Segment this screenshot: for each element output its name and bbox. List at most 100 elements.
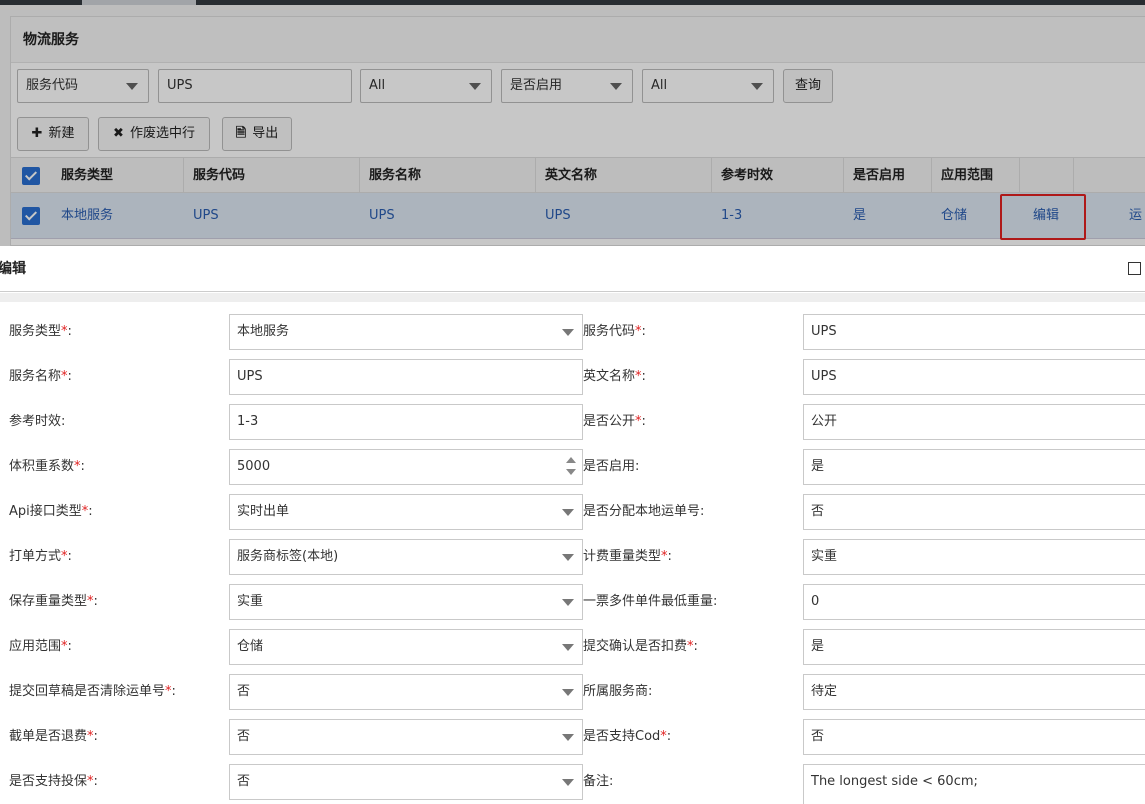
- field-value: 是: [811, 639, 825, 654]
- field-select[interactable]: 否: [229, 674, 583, 710]
- field-value: 实重: [237, 594, 264, 609]
- field-label: 保存重量类型*:: [9, 584, 98, 620]
- spinner-up-icon[interactable]: [566, 457, 576, 463]
- field-select[interactable]: 待定: [803, 674, 1145, 710]
- field-select[interactable]: 是: [803, 449, 1145, 485]
- field-label: 一票多件单件最低重量:: [583, 584, 717, 620]
- field-label: 英文名称*:: [583, 359, 646, 395]
- field-label-text: 一票多件单件最低重量: [583, 594, 714, 609]
- field-label-text: 应用范围: [9, 639, 62, 654]
- label-colon: :: [713, 594, 718, 609]
- label-colon: :: [61, 414, 66, 429]
- field-value: 待定: [811, 684, 838, 699]
- dialog-header-divider: [0, 293, 1145, 302]
- spinner-down-icon[interactable]: [566, 469, 576, 475]
- chevron-down-icon: [562, 329, 574, 336]
- background-page: 物流服务 服务代码 UPS All 是否启用 All 查询 ✚ 新建 ✖ 作废选中行: [0, 0, 1145, 246]
- field-label-text: 是否启用: [583, 459, 636, 474]
- field-label-text: 备注: [583, 774, 610, 789]
- chevron-down-icon: [562, 779, 574, 786]
- field-value: 仓储: [237, 639, 264, 654]
- label-colon: :: [700, 504, 705, 519]
- field-value: UPS: [811, 369, 837, 384]
- label-colon: :: [666, 729, 672, 744]
- field-select[interactable]: 实重: [803, 539, 1145, 575]
- field-value: 是: [811, 459, 825, 474]
- field-label: 服务代码*:: [583, 314, 646, 350]
- field-label-text: 保存重量类型: [9, 594, 88, 609]
- field-label: 是否分配本地运单号:: [583, 494, 704, 530]
- field-label: 备注:: [583, 764, 613, 800]
- field-value: 否: [237, 684, 251, 699]
- field-value: 5000: [237, 459, 271, 474]
- field-label-text: 英文名称: [583, 369, 636, 384]
- field-select[interactable]: 服务商标签(本地): [229, 539, 583, 575]
- label-colon: :: [648, 684, 653, 699]
- field-label: 打单方式*:: [9, 539, 72, 575]
- maximize-icon[interactable]: [1128, 262, 1141, 275]
- field-select[interactable]: 否: [229, 764, 583, 800]
- field-select[interactable]: 是: [803, 629, 1145, 665]
- number-spinner[interactable]: [566, 455, 576, 479]
- field-select[interactable]: 否: [229, 719, 583, 755]
- label-colon: :: [609, 774, 614, 789]
- field-label-text: 服务名称: [9, 369, 62, 384]
- field-label-text: 是否支持投保: [9, 774, 88, 789]
- field-value: 0: [811, 594, 820, 609]
- field-label-text: 打单方式: [9, 549, 62, 564]
- field-value: 实重: [811, 549, 838, 564]
- field-label: 提交确认是否扣费*:: [583, 629, 698, 665]
- field-value: 公开: [811, 414, 838, 429]
- field-input[interactable]: 0: [803, 584, 1145, 620]
- field-select[interactable]: 仓储: [229, 629, 583, 665]
- field-select[interactable]: 实重: [229, 584, 583, 620]
- field-label-text: Api接口类型: [9, 504, 82, 519]
- field-label: 是否启用:: [583, 449, 639, 485]
- field-select[interactable]: 公开: [803, 404, 1145, 440]
- dialog-title: 编辑: [0, 261, 26, 277]
- field-label-text: 服务类型: [9, 324, 62, 339]
- field-textarea[interactable]: The longest side < 60cm;: [803, 764, 1145, 804]
- field-label: 截单是否退费*:: [9, 719, 98, 755]
- field-input[interactable]: UPS: [229, 359, 583, 395]
- field-value: 否: [811, 729, 825, 744]
- field-label: Api接口类型*:: [9, 494, 93, 530]
- label-colon: :: [667, 549, 672, 564]
- label-colon: :: [93, 594, 98, 609]
- field-label-text: 是否公开: [583, 414, 636, 429]
- field-value: 实时出单: [237, 504, 290, 519]
- field-select[interactable]: 本地服务: [229, 314, 583, 350]
- field-select[interactable]: 否: [803, 494, 1145, 530]
- field-select[interactable]: 否: [803, 719, 1145, 755]
- field-label-text: 体积重系数: [9, 459, 75, 474]
- modal-overlay: [0, 0, 1145, 246]
- field-value: 否: [237, 729, 251, 744]
- field-value: 1-3: [237, 414, 259, 429]
- field-label: 计费重量类型*:: [583, 539, 672, 575]
- label-colon: :: [88, 504, 93, 519]
- field-input[interactable]: UPS: [803, 314, 1145, 350]
- chevron-down-icon: [562, 689, 574, 696]
- field-label: 提交回草稿是否清除运单号*:: [9, 674, 176, 710]
- label-colon: :: [67, 549, 72, 564]
- label-colon: :: [67, 369, 72, 384]
- label-colon: :: [635, 459, 640, 474]
- label-colon: :: [641, 369, 646, 384]
- field-label-text: 是否支持Cod: [583, 729, 661, 744]
- label-colon: :: [67, 639, 72, 654]
- field-number-input[interactable]: 5000: [229, 449, 583, 485]
- field-value: 否: [811, 504, 825, 519]
- field-input[interactable]: 1-3: [229, 404, 583, 440]
- field-label: 参考时效:: [9, 404, 65, 440]
- chevron-down-icon: [562, 509, 574, 516]
- field-value: 否: [237, 774, 251, 789]
- dialog-header: 编辑: [0, 246, 1145, 292]
- field-select[interactable]: 实时出单: [229, 494, 583, 530]
- field-label-text: 计费重量类型: [583, 549, 662, 564]
- field-label-text: 提交确认是否扣费: [583, 639, 688, 654]
- field-label-text: 截单是否退费: [9, 729, 88, 744]
- field-label-text: 所属服务商: [583, 684, 649, 699]
- field-input[interactable]: UPS: [803, 359, 1145, 395]
- label-colon: :: [693, 639, 698, 654]
- label-colon: :: [93, 774, 98, 789]
